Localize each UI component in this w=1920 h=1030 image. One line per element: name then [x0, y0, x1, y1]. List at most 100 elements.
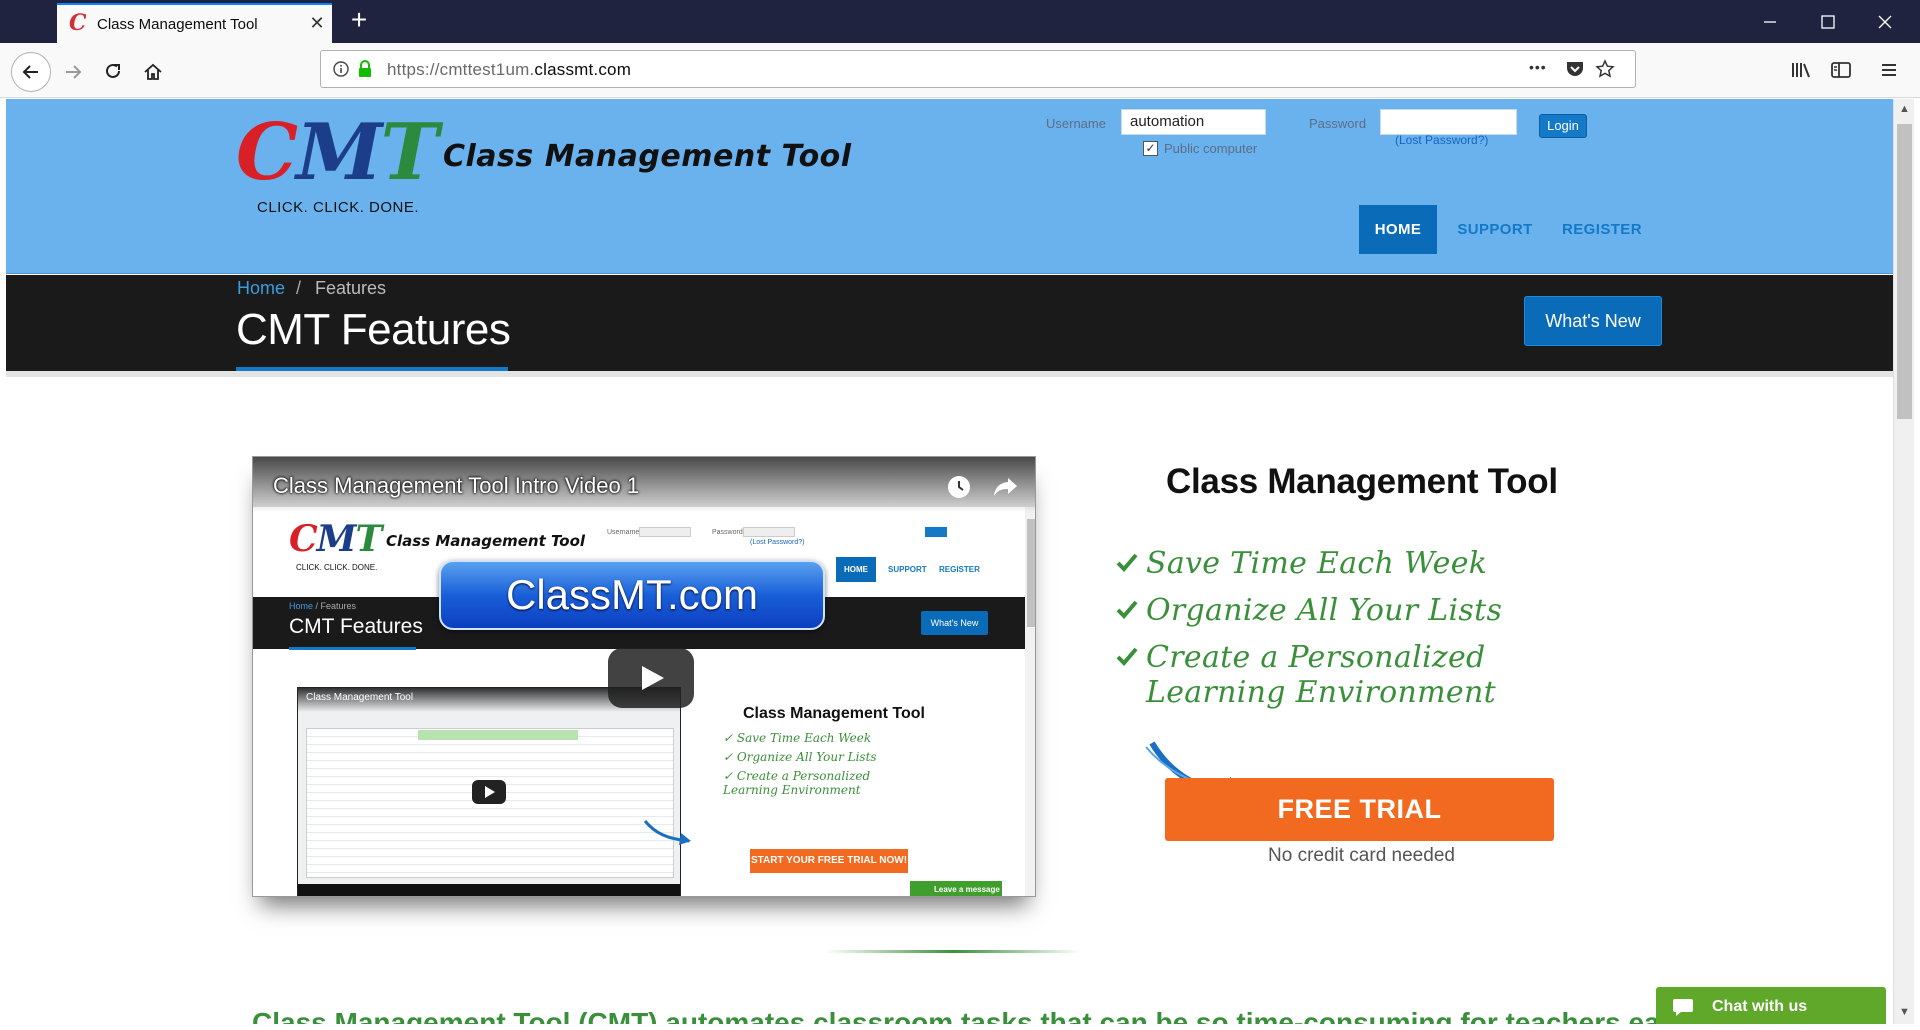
- video-logo-letter-m: M: [316, 518, 357, 560]
- video-logo-letter-t: T: [355, 518, 383, 560]
- tab-close-icon[interactable]: ✕: [307, 13, 327, 33]
- home-icon: [144, 63, 162, 80]
- window-minimize-button[interactable]: [1750, 7, 1790, 37]
- page-actions-menu-icon[interactable]: •••: [1529, 59, 1547, 75]
- cmt-logo[interactable]: CMT: [236, 113, 438, 193]
- whats-new-button[interactable]: What's New: [1524, 296, 1662, 346]
- url-host: https://cmttest1um.: [387, 60, 535, 79]
- page-title-band: Home / Features CMT Features What's New: [6, 275, 1893, 372]
- video-title[interactable]: Class Management Tool Intro Video 1: [273, 473, 639, 499]
- reload-button[interactable]: [93, 52, 133, 92]
- video-feature-3-text: Create a Personalized Learning Environme…: [723, 769, 871, 797]
- video-username-input: [639, 527, 691, 537]
- video-title-underline: [289, 647, 416, 650]
- video-whats-new-button: What's New: [921, 611, 988, 635]
- breadcrumb-current: Features: [315, 278, 387, 298]
- video-feature-1-text: Save Time Each Week: [736, 731, 872, 745]
- video-frame-scroll-thumb: [1027, 519, 1035, 627]
- password-input[interactable]: [1380, 109, 1517, 135]
- pocket-icon[interactable]: [1565, 60, 1585, 78]
- video-feature-2-text: Organize All Your Lists: [736, 750, 877, 764]
- video-nav-home: HOME: [836, 557, 876, 582]
- library-icon[interactable]: [1784, 53, 1818, 87]
- nav-home[interactable]: HOME: [1359, 205, 1437, 254]
- sidebar-icon[interactable]: [1824, 53, 1858, 87]
- video-brand-title: Class Management Tool: [386, 532, 586, 550]
- video-page-title: CMT Features: [289, 615, 423, 638]
- video-nav-support: SUPPORT: [888, 565, 927, 574]
- username-input[interactable]: automation: [1121, 109, 1266, 135]
- logo-letter-m: M: [296, 107, 382, 198]
- feature-item-3: Create a Personalized Learning Environme…: [1116, 640, 1566, 710]
- check-icon: [1116, 647, 1138, 666]
- feature-item-2: Organize All Your Lists: [1116, 593, 1502, 628]
- scroll-up-arrow-icon[interactable]: ▲: [1898, 103, 1911, 116]
- logo-letter-t: T: [380, 107, 438, 198]
- page-scrollbar[interactable]: ▲ ▼: [1893, 99, 1914, 1024]
- hamburger-menu-icon[interactable]: [1872, 53, 1906, 87]
- lock-icon[interactable]: [357, 60, 373, 78]
- feature-text-3: Create a Personalized Learning Environme…: [1146, 640, 1496, 710]
- video-arrow-icon: [643, 820, 691, 845]
- feature-text-1: Save Time Each Week: [1146, 546, 1488, 581]
- public-computer-checkbox[interactable]: ✓: [1143, 141, 1158, 156]
- share-icon[interactable]: [992, 474, 1020, 500]
- page-viewport: CMT Class Management Tool CLICK. CLICK. …: [6, 99, 1893, 1024]
- forward-button[interactable]: [53, 52, 93, 92]
- video-breadcrumb-current: / Features: [313, 601, 357, 611]
- browser-tab-active[interactable]: C Class Management Tool ✕: [57, 3, 332, 43]
- browser-titlebar: C Class Management Tool ✕ +: [0, 0, 1920, 43]
- lost-password-link[interactable]: (Lost Password?): [1395, 133, 1488, 147]
- nested-video-title: Class Management Tool: [306, 692, 414, 703]
- bookmark-star-icon[interactable]: [1595, 59, 1615, 79]
- video-breadcrumb: Home / Features: [289, 601, 356, 611]
- nested-video-bottom-bar: [298, 884, 680, 896]
- brand-title: Class Management Tool: [443, 139, 852, 174]
- back-arrow-icon: [22, 65, 38, 79]
- video-feature-1: ✓ Save Time Each Week: [723, 731, 872, 745]
- feature-text-2: Organize All Your Lists: [1146, 593, 1503, 628]
- section-divider: [826, 950, 1081, 953]
- page-title: CMT Features: [236, 305, 511, 354]
- info-icon[interactable]: [333, 61, 349, 77]
- home-button[interactable]: [133, 52, 173, 92]
- video-logo-letter-c: C: [289, 518, 318, 560]
- nav-support[interactable]: SUPPORT: [1450, 205, 1540, 254]
- nav-register[interactable]: REGISTER: [1554, 205, 1650, 254]
- back-button[interactable]: [11, 52, 51, 92]
- video-leave-message: Leave a message: [910, 881, 1002, 896]
- breadcrumb-separator: /: [296, 278, 302, 298]
- url-bar[interactable]: https://cmttest1um.classmt.com •••: [320, 50, 1636, 88]
- login-button[interactable]: Login: [1539, 114, 1587, 138]
- url-domain: classmt.com: [534, 60, 632, 79]
- username-label: Username: [1046, 116, 1106, 131]
- chat-widget-button[interactable]: Chat with us: [1656, 987, 1886, 1024]
- scroll-thumb[interactable]: [1897, 124, 1912, 419]
- intro-video-player[interactable]: Class Management Tool Intro Video 1 CMT …: [252, 456, 1036, 897]
- scroll-down-arrow-icon[interactable]: ▼: [1898, 1006, 1911, 1019]
- video-login-button: [925, 527, 947, 537]
- public-computer-label: Public computer: [1164, 141, 1258, 156]
- nested-play-icon: [472, 780, 506, 804]
- new-tab-button[interactable]: +: [344, 6, 374, 36]
- free-trial-button[interactable]: FREE TRIAL: [1165, 778, 1554, 841]
- video-play-button[interactable]: [608, 648, 694, 708]
- video-feature-3: ✓ Create a Personalized Learning Environ…: [723, 769, 871, 797]
- classmt-watermark: ClassMT.com: [439, 560, 825, 630]
- watch-later-icon[interactable]: [946, 474, 972, 500]
- video-nav-register: REGISTER: [939, 565, 980, 574]
- password-label: Password: [1309, 116, 1367, 131]
- cmt-favicon-icon: C: [69, 10, 87, 36]
- window-close-button[interactable]: [1865, 7, 1905, 37]
- video-brand-tagline: CLICK. CLICK. DONE.: [296, 563, 378, 572]
- chat-bubble-icon: [1673, 999, 1693, 1016]
- logo-letter-c: C: [236, 107, 298, 198]
- video-lost-password: (Lost Password?): [750, 539, 805, 546]
- band-divider: [6, 371, 1893, 377]
- tab-title: Class Management Tool: [97, 16, 258, 33]
- reload-icon: [106, 63, 120, 78]
- window-maximize-button[interactable]: [1808, 7, 1848, 37]
- video-password-label: Password: [712, 529, 743, 536]
- no-credit-card-note: No credit card needed: [1268, 845, 1455, 866]
- breadcrumb-home-link[interactable]: Home: [237, 278, 285, 299]
